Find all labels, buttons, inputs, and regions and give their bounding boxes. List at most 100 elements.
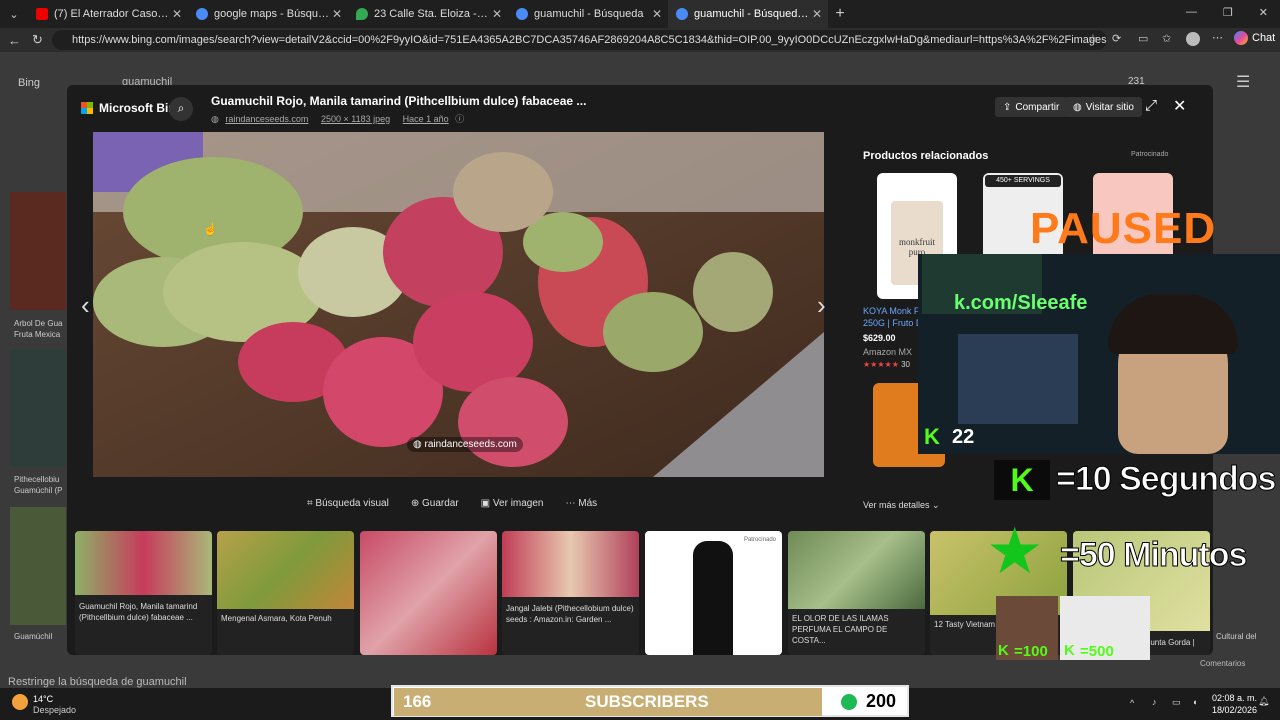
bg-thumb[interactable] — [10, 349, 66, 467]
more-details-link[interactable]: Ver más detalles ⌄ — [863, 500, 940, 511]
tab-title: (7) El Aterrador Caso de LA PENSI — [54, 8, 169, 20]
save-label: Guardar — [421, 498, 459, 509]
close-icon[interactable]: ✕ — [812, 7, 822, 21]
save-button[interactable]: ⊕ Guardar — [411, 498, 459, 509]
kick-url: k.com/Sleeafe — [954, 292, 1088, 314]
next-arrow-icon[interactable]: › — [817, 290, 826, 321]
thumb-caption: EL OLOR DE LAS ILAMAS PERFUMA EL CAMPO D… — [792, 614, 889, 645]
favorites-icon[interactable]: ✩ — [1162, 32, 1171, 45]
related-thumb[interactable]: Jangal Jalebi (Pithecellobium dulce) see… — [502, 531, 639, 655]
new-tab-icon[interactable]: + — [828, 5, 852, 23]
visual-search-label: Búsqueda visual — [315, 498, 389, 509]
clock-time[interactable]: 02:08 a. m. — [1212, 693, 1257, 703]
close-icon[interactable]: ✕ — [492, 7, 502, 21]
product-price: $629.00 — [863, 333, 896, 343]
subs-label: SUBSCRIBERS — [585, 692, 709, 711]
poster — [958, 334, 1078, 424]
copilot-chat-button[interactable]: Chat — [1234, 31, 1275, 45]
sub-badges: K =100 K =500 — [996, 596, 1150, 660]
guamuchil-photo — [93, 132, 824, 477]
tab-title: guamuchil - Búsqueda Imágenes — [694, 8, 809, 20]
related-thumb[interactable]: Mengenal Asmara, Kota Penuh — [217, 531, 354, 655]
close-icon[interactable]: ✕ — [172, 7, 182, 21]
tab-2[interactable]: google maps - Búsqueda ✕ — [188, 0, 348, 28]
info-icon[interactable]: ⓘ — [455, 114, 464, 124]
back-icon[interactable]: ← — [8, 33, 21, 48]
address-bar: ← ↻ https://www.bing.com/images/search?v… — [0, 28, 1280, 52]
restrict-text: Restringe la búsqueda de guamuchil — [8, 676, 187, 688]
restore-icon[interactable]: ❐ — [1223, 6, 1233, 19]
subscriber-goal-bar: 166 SUBSCRIBERS 200 — [391, 685, 909, 717]
source-link[interactable]: raindanceseeds.com — [225, 114, 308, 124]
comments-link[interactable]: Comentarios — [1200, 659, 1245, 668]
volume-icon[interactable]: ◖ — [1192, 697, 1197, 707]
extensions-icon[interactable]: ⟳ — [1112, 32, 1121, 45]
refresh-icon[interactable]: ↻ — [32, 32, 43, 48]
tab-4[interactable]: guamuchil - Búsqueda ✕ — [508, 0, 668, 28]
related-thumb[interactable] — [360, 531, 497, 655]
bg-thumb[interactable] — [10, 507, 66, 625]
temperature: 14°C — [33, 694, 54, 704]
more-button[interactable]: ⋯ Más — [566, 498, 598, 509]
globe-icon: ◍ — [211, 114, 219, 124]
visual-search-button[interactable]: ⌗ Búsqueda visual — [307, 498, 389, 509]
tab-5[interactable]: guamuchil - Búsqueda Imágenes✕ — [668, 0, 828, 28]
bing-icon — [676, 8, 688, 20]
viewer-count: 22 — [952, 426, 975, 448]
url-text: https://www.bing.com/images/search?view=… — [72, 34, 1107, 46]
rule-2: ★ =50 Minutos — [984, 516, 1280, 590]
clock-date[interactable]: 18/02/2026 — [1212, 705, 1257, 715]
microsoft-bing-logo[interactable]: Microsoft Bing — [81, 101, 183, 115]
image-title[interactable]: Guamuchil Rojo, Manila tamarind (Pithcel… — [211, 94, 586, 108]
share-button[interactable]: ⇪ Compartir — [995, 97, 1068, 117]
product-store: Amazon MX — [863, 347, 913, 357]
thumb-image — [75, 531, 212, 595]
thumb-image — [217, 531, 354, 609]
bing-icon — [196, 8, 208, 20]
related-thumb[interactable]: EL OLOR DE LAS ILAMAS PERFUMA EL CAMPO D… — [788, 531, 925, 655]
hamburger-icon[interactable]: ☰ — [1236, 72, 1250, 92]
weather-icon[interactable] — [12, 694, 28, 710]
image-size[interactable]: 2500 × 1183 jpeg — [321, 114, 390, 124]
view-image-button[interactable]: ▣ Ver imagen — [481, 498, 544, 509]
rule-1-text: =10 Segundos — [1055, 460, 1276, 499]
more-icon[interactable]: ⋯ — [1212, 31, 1223, 44]
url-input[interactable]: https://www.bing.com/images/search?view=… — [52, 30, 1107, 50]
related-title: Productos relacionados — [863, 150, 989, 162]
close-icon[interactable]: ✕ — [332, 7, 342, 21]
network-icon[interactable]: ▭ — [1172, 697, 1181, 708]
prev-arrow-icon[interactable]: ‹ — [81, 290, 90, 321]
mic-icon[interactable]: ♪ — [1152, 697, 1157, 707]
thumb-image — [360, 531, 497, 655]
image-meta: ◍ raindanceseeds.com 2500 × 1183 jpeg Ha… — [211, 112, 464, 125]
sponsored-thumb[interactable]: Patrocinado — [645, 531, 782, 655]
tab-3[interactable]: 23 Calle Sta. Eloiza - Google Maps✕ — [348, 0, 508, 28]
close-window-icon[interactable]: ✕ — [1259, 6, 1268, 19]
profile-avatar[interactable] — [1186, 32, 1200, 46]
close-icon[interactable]: ✕ — [652, 7, 662, 21]
thumb-image — [502, 531, 639, 597]
image-watermark[interactable]: ◍ raindanceseeds.com — [407, 437, 523, 452]
thumb-caption: Mengenal Asmara, Kota Penuh — [221, 614, 332, 623]
expand-icon[interactable]: ⤢ — [1145, 97, 1157, 114]
favorite-star-icon[interactable]: ☆ — [1088, 32, 1098, 45]
kick-icon: K — [994, 460, 1050, 500]
image-age[interactable]: Hace 1 año — [403, 114, 449, 124]
notifications-icon[interactable]: 🔔︎ — [1258, 696, 1269, 707]
main-image[interactable]: ◍ raindanceseeds.com ☝ — [93, 132, 824, 477]
bg-thumb[interactable] — [10, 192, 66, 310]
globe-icon: ◍ — [1073, 101, 1082, 113]
tab-title: google maps - Búsqueda — [214, 8, 329, 20]
kick-icon: K — [924, 424, 940, 449]
tray-chevron-icon[interactable]: ^ — [1130, 698, 1134, 708]
tab-list-chevron-icon[interactable]: ⌄ — [0, 8, 28, 21]
search-icon[interactable]: ⌕ — [169, 97, 193, 121]
minimize-icon[interactable]: — — [1186, 6, 1197, 19]
kick-icon: K — [1064, 642, 1075, 659]
related-thumb[interactable]: Guamuchil Rojo, Manila tamarind (Pithcel… — [75, 531, 212, 655]
split-icon[interactable]: ▭ — [1138, 32, 1148, 45]
close-modal-icon[interactable]: ✕ — [1173, 96, 1186, 116]
tab-1[interactable]: (7) El Aterrador Caso de LA PENSI✕ — [28, 0, 188, 28]
chat-label: Chat — [1252, 32, 1276, 44]
visit-site-button[interactable]: ◍ Visitar sitio — [1065, 97, 1142, 117]
